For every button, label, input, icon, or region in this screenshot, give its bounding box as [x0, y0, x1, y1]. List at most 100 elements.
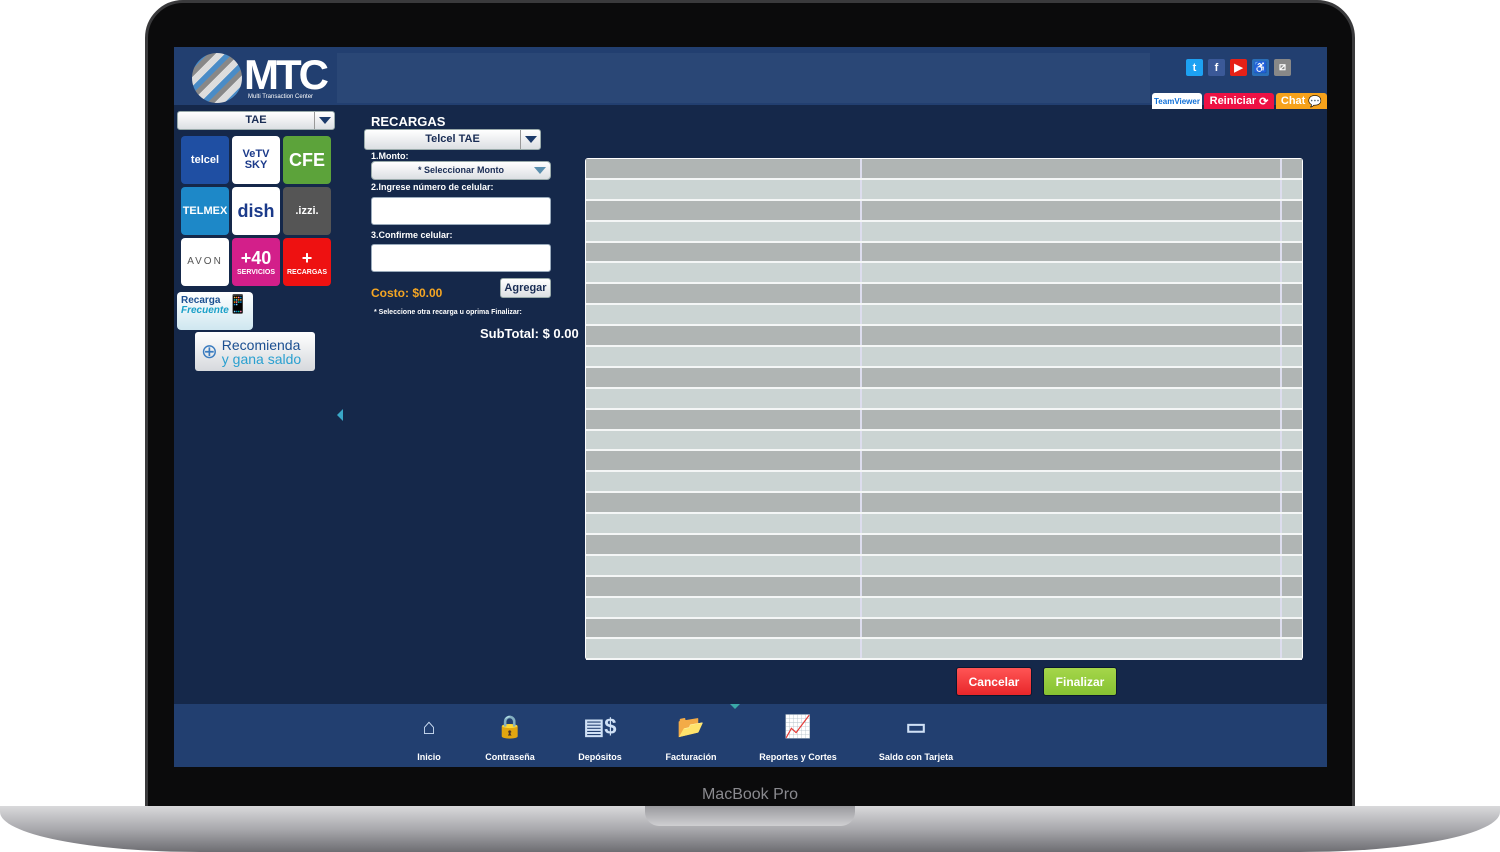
table-row[interactable] [586, 179, 1302, 201]
tile-label: CFE [289, 150, 325, 170]
table-row[interactable] [586, 430, 1302, 452]
chat-button[interactable]: Chat 💬 [1276, 93, 1327, 109]
nav-saldo-con-tarjeta[interactable]: ▭ Saldo con Tarjeta [866, 710, 966, 762]
table-cell [586, 514, 862, 534]
table-cell [586, 284, 862, 304]
service-tile-telcel[interactable]: telcel [181, 136, 229, 184]
teamviewer-button[interactable]: TeamViewer [1152, 93, 1202, 109]
table-cell [1282, 388, 1302, 408]
recarga-frecuente-button[interactable]: Recarga Frecuente 📱 [177, 292, 253, 330]
accessibility-icon[interactable]: ♿ [1252, 59, 1269, 76]
table-row[interactable] [586, 514, 1302, 536]
table-cell [1282, 639, 1302, 659]
table-cell [862, 555, 1282, 575]
service-tile-avon[interactable]: AVON [181, 238, 229, 286]
monto-select[interactable]: * Seleccionar Monto [371, 161, 551, 180]
finalizar-button[interactable]: Finalizar [1043, 667, 1117, 696]
table-cell [862, 597, 1282, 617]
bottom-nav: ⌂ Inicio 🔒 Contraseña ▤$ Depósitos 📂 Facturació… [174, 704, 1327, 767]
collapse-sidebar-icon[interactable] [337, 409, 343, 421]
table-row[interactable] [586, 263, 1302, 285]
table-row[interactable] [586, 200, 1302, 222]
service-tile-vetvsky[interactable]: VeTV SKY [232, 136, 280, 184]
service-tile-40[interactable]: +40 SERVICIOS [232, 238, 280, 286]
subtotal-value: SubTotal: $ 0.00 [480, 326, 579, 341]
celular-label: 2.Ingrese número de celular: [371, 182, 494, 192]
table-row[interactable] [586, 555, 1302, 577]
app-screen: MTC Multi Transaction Center t f ▶ ♿ ⧄ TeamV… [174, 47, 1327, 767]
table-cell [862, 430, 1282, 450]
service-tile-[interactable]: + RECARGAS [283, 238, 331, 286]
table-row[interactable] [586, 221, 1302, 243]
table-cell [1282, 159, 1302, 178]
lock-icon: 🔒 [496, 714, 524, 739]
service-tile-cfe[interactable]: CFE [283, 136, 331, 184]
table-row[interactable] [586, 409, 1302, 431]
table-cell [862, 159, 1282, 178]
table-row[interactable] [586, 284, 1302, 306]
youtube-icon[interactable]: ▶ [1230, 59, 1247, 76]
facebook-icon[interactable]: f [1208, 59, 1225, 76]
costo-value: Costo: $0.00 [371, 286, 443, 300]
table-row[interactable] [586, 493, 1302, 515]
table-cell [586, 179, 862, 199]
celular-input[interactable] [371, 197, 551, 225]
table-row[interactable] [586, 639, 1302, 661]
table-row[interactable] [586, 347, 1302, 368]
reiniciar-label: Reiniciar [1209, 95, 1257, 107]
nav-dep-sitos[interactable]: ▤$ Depósitos [550, 710, 650, 762]
table-cell [862, 242, 1282, 262]
cancelar-button[interactable]: Cancelar [956, 667, 1032, 696]
nav-contrase-a[interactable]: 🔒 Contraseña [460, 710, 560, 762]
tile-label: .izzi. [295, 204, 319, 217]
table-row[interactable] [586, 305, 1302, 327]
table-row[interactable] [586, 576, 1302, 598]
table-cell [1282, 221, 1302, 241]
table-cell [586, 555, 862, 575]
table-cell [586, 305, 862, 325]
service-tile-izzi[interactable]: .izzi. [283, 187, 331, 235]
table-cell [586, 200, 862, 220]
device-label: MacBook Pro [701, 786, 799, 803]
table-cell [1282, 597, 1302, 617]
table-row[interactable] [586, 535, 1302, 556]
service-tiles: telcel VeTV SKY CFE TELMEX dish .izzi. AVON +40… [181, 136, 333, 286]
mtc-logo[interactable]: MTC Multi Transaction Center [192, 51, 342, 103]
expand-indicator-icon[interactable] [730, 704, 740, 709]
table-row[interactable] [586, 388, 1302, 410]
table-row[interactable] [586, 367, 1302, 389]
table-row[interactable] [586, 618, 1302, 640]
service-tile-telmex[interactable]: TELMEX [181, 187, 229, 235]
table-cell [1282, 576, 1302, 596]
table-cell [586, 472, 862, 492]
table-cell [1282, 618, 1302, 638]
logo-globe-icon [192, 53, 242, 103]
table-row[interactable] [586, 472, 1302, 494]
service-tile-dish[interactable]: dish [232, 187, 280, 235]
twitter-icon[interactable]: t [1186, 59, 1203, 76]
recomienda-button[interactable]: ⊕ Recomienda y gana saldo [195, 332, 315, 371]
table-row[interactable] [586, 242, 1302, 264]
nav-facturaci-n[interactable]: 📂 Facturación [641, 710, 741, 762]
agregar-button[interactable]: Agregar [500, 278, 551, 298]
tile-label: VeTV SKY [242, 148, 270, 171]
table-row[interactable] [586, 597, 1302, 619]
carrier-select[interactable]: Telcel TAE [364, 129, 541, 150]
nav-reportes-y-cortes[interactable]: 📈 Reportes y Cortes [748, 710, 848, 762]
table-cell [586, 618, 862, 638]
table-cell [1282, 179, 1302, 199]
table-cell [586, 347, 862, 366]
table-row[interactable] [586, 159, 1302, 180]
table-cell [586, 493, 862, 513]
nav-label: Reportes y Cortes [759, 752, 837, 762]
table-cell [586, 597, 862, 617]
category-select[interactable]: TAE [177, 111, 335, 130]
table-row[interactable] [586, 326, 1302, 348]
confirm-celular-input[interactable] [371, 244, 551, 272]
reiniciar-button[interactable]: Reiniciar ⟳ [1204, 93, 1274, 109]
mtc-icon[interactable]: ⧄ [1274, 59, 1291, 76]
table-cell [586, 409, 862, 429]
table-row[interactable] [586, 451, 1302, 473]
table-cell [1282, 305, 1302, 325]
table-cell [1282, 284, 1302, 304]
